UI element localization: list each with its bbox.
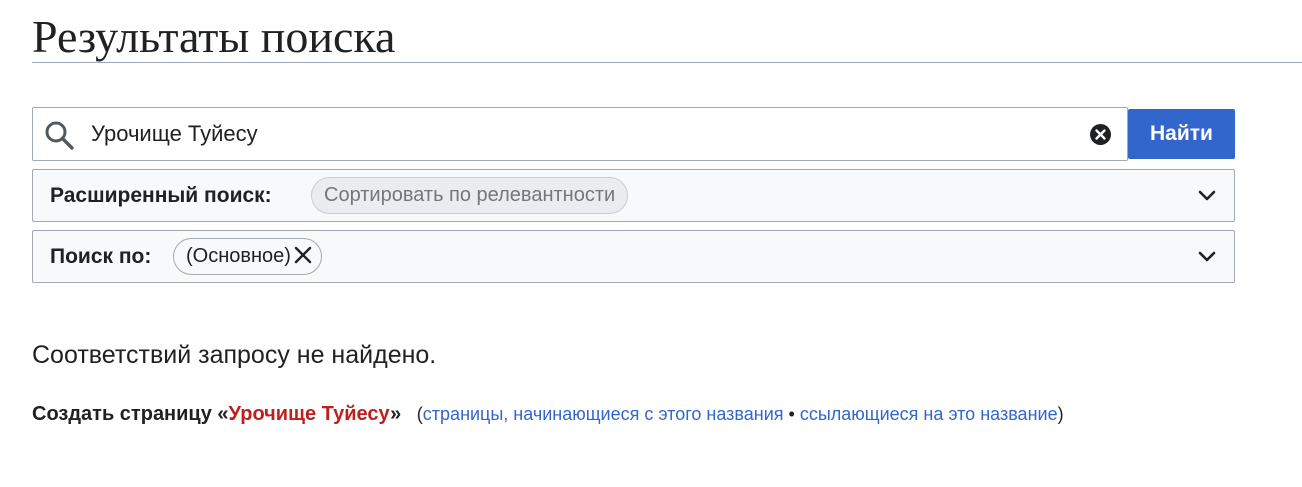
search-box[interactable] bbox=[32, 107, 1128, 161]
paren-close: ) bbox=[1057, 404, 1064, 424]
sort-chip: Сортировать по релевантности bbox=[311, 177, 629, 214]
close-icon[interactable] bbox=[293, 245, 313, 265]
search-form: Найти bbox=[32, 107, 1235, 161]
search-icon bbox=[45, 121, 74, 150]
namespace-panel[interactable]: Поиск по: (Основное) bbox=[32, 230, 1235, 283]
create-page-line: Создать страницу «Урочище Туйесу» (стран… bbox=[32, 399, 1064, 429]
clear-icon[interactable] bbox=[1090, 124, 1111, 145]
chevron-down-icon[interactable] bbox=[1198, 187, 1216, 205]
create-page-link[interactable]: Урочище Туйесу bbox=[229, 403, 391, 425]
create-page-suffix: » bbox=[390, 403, 402, 425]
advanced-search-panel[interactable]: Расширенный поиск: Сортировать по релева… bbox=[32, 169, 1235, 222]
namespace-label: Поиск по: bbox=[50, 245, 152, 268]
namespace-chip: (Основное) bbox=[173, 238, 322, 275]
search-input[interactable] bbox=[91, 108, 1071, 160]
search-button[interactable]: Найти bbox=[1128, 109, 1235, 159]
page-title: Результаты поиска bbox=[32, 0, 1302, 63]
search-page: Результаты поиска Найти Расширенный поис… bbox=[32, 0, 1302, 425]
no-results-message: Соответствий запросу не найдено. bbox=[32, 341, 437, 369]
advanced-search-label: Расширенный поиск: bbox=[50, 184, 272, 207]
prefix-search-link[interactable]: страницы, начинающиеся с этого названия bbox=[423, 404, 784, 424]
link-separator: • bbox=[783, 404, 800, 424]
related-links: (страницы, начинающиеся с этого названия… bbox=[417, 404, 1064, 424]
create-page-prefix: Создать страницу « bbox=[32, 403, 229, 425]
what-links-here-link[interactable]: ссылающиеся на это название bbox=[800, 404, 1058, 424]
chevron-down-icon[interactable] bbox=[1198, 248, 1216, 266]
namespace-chip-label: (Основное) bbox=[186, 245, 291, 267]
